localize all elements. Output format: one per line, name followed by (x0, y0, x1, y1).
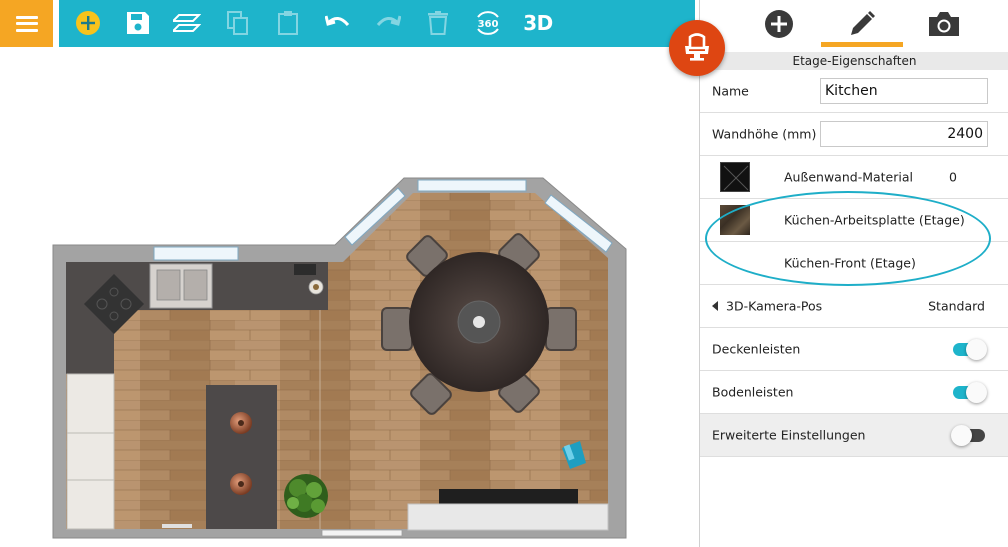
view-360-label: 360 (478, 19, 499, 30)
kitchen-front-row[interactable]: Küchen-Front (Etage) (700, 242, 1008, 285)
save-button[interactable] (121, 7, 155, 39)
countertop-label: Küchen-Arbeitsplatte (Etage) (784, 212, 965, 228)
undo-icon (325, 15, 350, 27)
view-3d-button[interactable]: 3D (521, 7, 555, 39)
panel-tabs (700, 0, 1008, 47)
cabinet (66, 432, 115, 481)
paste-icon (278, 11, 298, 35)
panel-header: Etage-Eigenschaften (700, 52, 1008, 70)
exterior-wall-material-value: 0 (949, 169, 957, 185)
countertop-row[interactable]: Küchen-Arbeitsplatte (Etage) (700, 199, 1008, 242)
name-row: Name Kitchen (700, 70, 1008, 113)
wall-height-input[interactable]: 2400 (820, 121, 988, 147)
delete-button[interactable] (421, 7, 455, 39)
caret-left-icon (712, 301, 718, 311)
floor-plan-canvas[interactable] (0, 47, 700, 547)
door (321, 529, 403, 537)
name-input[interactable]: Kitchen (820, 78, 988, 104)
ceiling-moldings-toggle[interactable] (951, 337, 987, 361)
baseboards-row: Bodenleisten (700, 371, 1008, 414)
tab-camera[interactable] (903, 0, 985, 47)
tab-edit[interactable] (821, 0, 903, 47)
ceiling-moldings-label: Deckenleisten (712, 341, 801, 357)
baseboards-label: Bodenleisten (712, 384, 794, 400)
paste-button[interactable] (271, 7, 305, 39)
window (153, 246, 239, 261)
add-button[interactable] (71, 7, 105, 39)
advanced-settings-toggle[interactable] (951, 423, 987, 447)
exterior-wall-swatch (720, 162, 750, 192)
view-360-button[interactable]: 360 (471, 7, 505, 39)
pencil-icon (851, 10, 875, 35)
floors-button[interactable] (170, 7, 204, 39)
appliance (294, 264, 316, 275)
camera-position-label: 3D-Kamera-Pos (726, 298, 823, 314)
camera-icon (929, 11, 959, 36)
armchair-icon (685, 33, 709, 61)
advanced-settings-row: Erweiterte Einstellungen (700, 414, 1008, 457)
view-3d-label: 3D (523, 11, 553, 35)
redo-icon (376, 15, 401, 27)
exterior-wall-material-label: Außenwand-Material (784, 169, 913, 185)
wall-height-label: Wandhöhe (mm) (712, 126, 817, 142)
plant (284, 474, 328, 518)
undo-button[interactable] (321, 7, 355, 39)
sideboard (407, 503, 609, 531)
baseboards-toggle[interactable] (951, 380, 987, 404)
save-icon (127, 12, 149, 34)
camera-position-row[interactable]: 3D-Kamera-Pos Standard (700, 285, 1008, 328)
camera-position-value: Standard (928, 298, 985, 314)
toolbar: 360 3D (59, 0, 695, 47)
wall-height-row: Wandhöhe (mm) 2400 (700, 113, 1008, 156)
ceiling-moldings-row: Deckenleisten (700, 328, 1008, 371)
properties-panel: Etage-Eigenschaften Name Kitchen Wandhöh… (699, 0, 1008, 547)
cabinet (66, 479, 115, 530)
cabinet (66, 373, 115, 434)
window (417, 179, 527, 192)
furniture-button[interactable] (669, 20, 725, 76)
menu-button[interactable] (0, 0, 53, 47)
copy-icon (227, 11, 248, 35)
exterior-wall-material-row[interactable]: Außenwand-Material 0 (700, 156, 1008, 199)
floors-icon (173, 14, 201, 32)
360-view-icon: 360 (477, 11, 499, 35)
advanced-settings-label: Erweiterte Einstellungen (712, 427, 866, 443)
tab-add[interactable] (738, 0, 820, 47)
floor-plan[interactable] (0, 47, 700, 547)
redo-button[interactable] (371, 7, 405, 39)
add-circle-icon (76, 11, 100, 35)
countertop-swatch (720, 205, 750, 235)
app-window: 360 3D Etage-Eigenschaften Name Kitchen … (0, 0, 1008, 547)
trash-icon (428, 11, 448, 35)
add-icon (765, 9, 793, 38)
hamburger-icon (15, 15, 38, 32)
copy-button[interactable] (221, 7, 255, 39)
name-label: Name (712, 83, 749, 99)
kitchen-front-label: Küchen-Front (Etage) (784, 255, 916, 271)
kitchen-island (206, 385, 277, 529)
tv-stand (439, 489, 578, 504)
